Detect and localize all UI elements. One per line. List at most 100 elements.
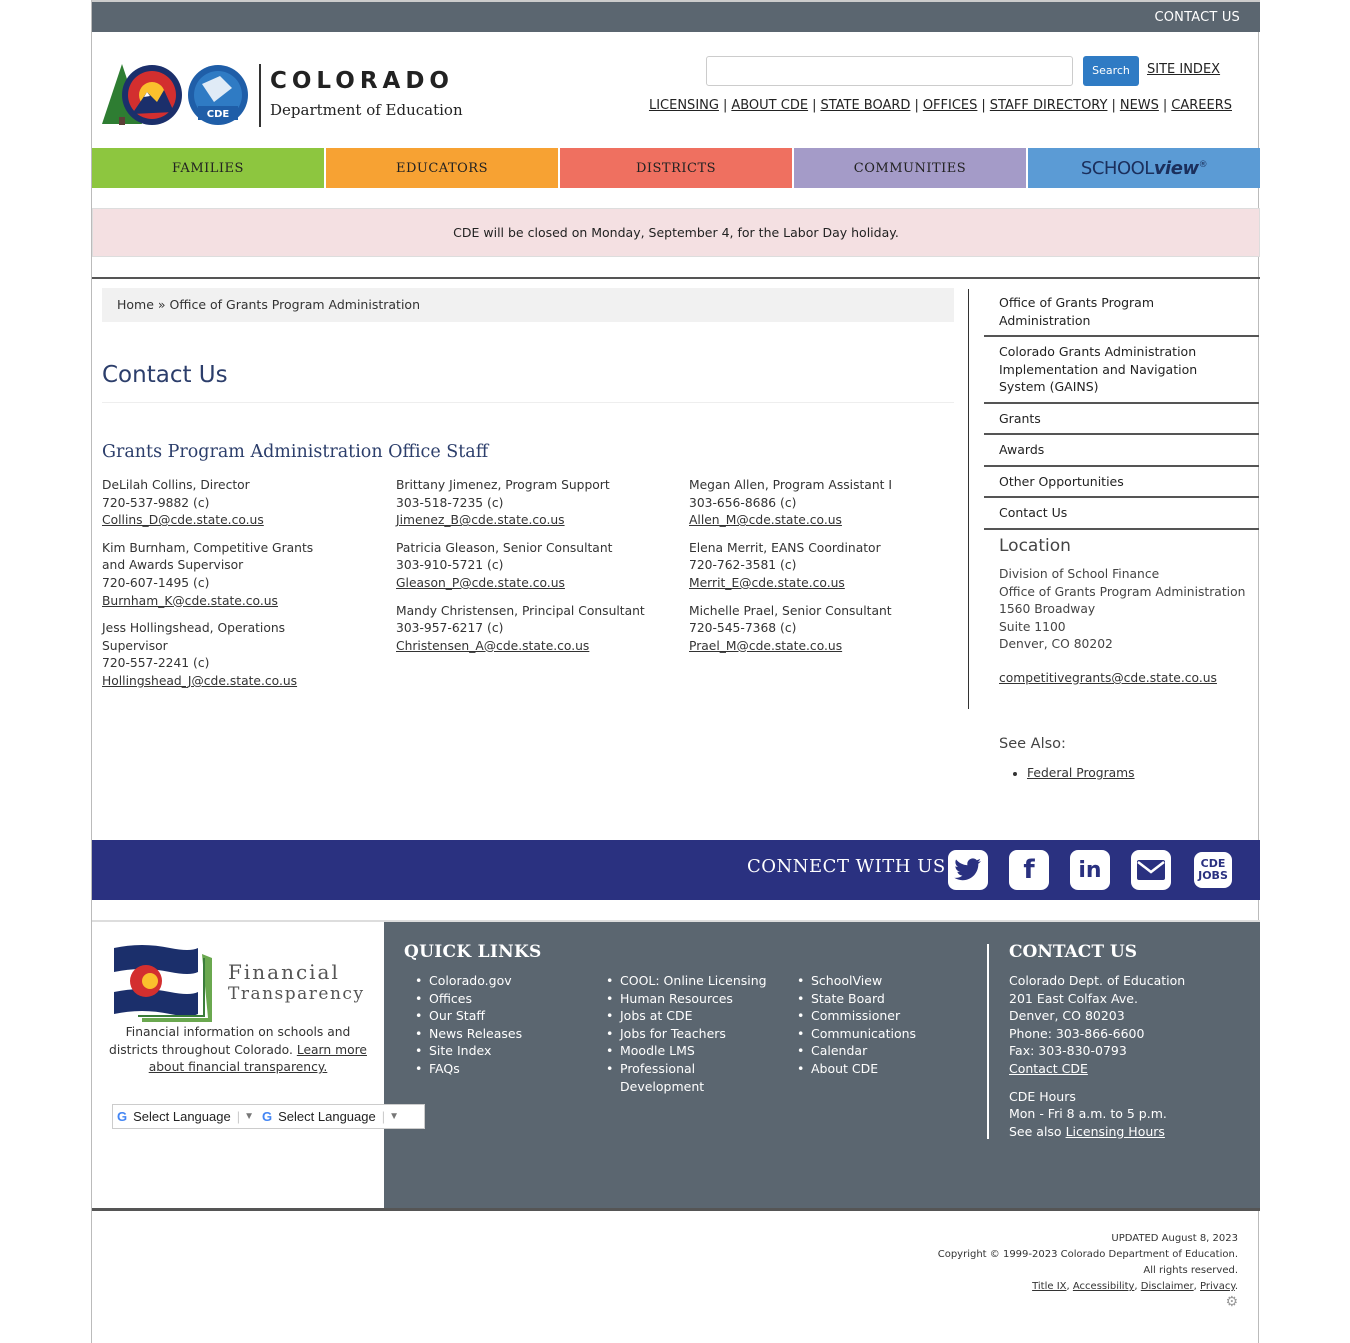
- staff-name: DeLilah Collins, Director: [102, 478, 250, 492]
- staff-entry: DeLilah Collins, Director 720-537-9882 (…: [102, 477, 352, 530]
- quick-links-column-3: SchoolView State Board Commissioner Comm…: [786, 972, 971, 1078]
- news-link[interactable]: NEWS: [1120, 98, 1159, 113]
- staff-email-link[interactable]: Merrit_E@cde.state.co.us: [689, 576, 845, 590]
- breadcrumb-home[interactable]: Home: [117, 297, 154, 312]
- quick-link[interactable]: Our Staff: [404, 1007, 589, 1025]
- quick-link[interactable]: Site Index: [404, 1042, 589, 1060]
- sidebar-item-office[interactable]: Office of Grants Program Administration: [984, 288, 1259, 337]
- staff-name: Patricia Gleason, Senior Consultant: [396, 540, 613, 555]
- nav-tab-communities[interactable]: COMMUNITIES: [794, 148, 1028, 188]
- sidebar-item-gains[interactable]: Colorado Grants Administration Implement…: [984, 337, 1259, 404]
- cde-logo[interactable]: CDE COLORADO Department of Education: [102, 62, 482, 130]
- title-ix-link[interactable]: Title IX: [1032, 1281, 1066, 1292]
- contact-line: Phone: 303-866-6600: [1009, 1025, 1145, 1041]
- accessibility-link[interactable]: Accessibility: [1073, 1281, 1135, 1292]
- quick-link[interactable]: Human Resources: [595, 990, 770, 1008]
- hours-text: Mon - Fri 8 a.m. to 5 p.m.: [1009, 1106, 1167, 1122]
- staff-email-link[interactable]: Burnham_K@cde.state.co.us: [102, 594, 278, 608]
- staff-email-link[interactable]: Allen_M@cde.state.co.us: [689, 513, 842, 527]
- staff-name: Michelle Prael, Senior Consultant: [689, 603, 892, 618]
- staff-directory-link[interactable]: STAFF DIRECTORY: [990, 98, 1108, 113]
- sidebar-divider: [968, 289, 969, 709]
- sidebar-item-awards[interactable]: Awards: [984, 435, 1259, 467]
- quick-link[interactable]: News Releases: [404, 1025, 589, 1043]
- contact-us-link[interactable]: CONTACT US: [1154, 10, 1240, 25]
- financial-title: Financial: [228, 960, 340, 984]
- quick-link[interactable]: About CDE: [786, 1060, 971, 1078]
- logo-divider: [259, 64, 261, 127]
- quick-link[interactable]: Moodle LMS: [595, 1042, 770, 1060]
- top-bar: CONTACT US: [92, 0, 1260, 32]
- quick-link[interactable]: Jobs at CDE: [595, 1007, 770, 1025]
- page: CONTACT US CDE COLORADO Department of Ed…: [91, 0, 1260, 1343]
- sidebar-item-grants[interactable]: Grants: [984, 404, 1259, 435]
- staff-email-link[interactable]: Prael_M@cde.state.co.us: [689, 639, 842, 653]
- staff-entry: Kim Burnham, Competitive Grants and Awar…: [102, 540, 317, 610]
- sidebar-item-other-opportunities[interactable]: Other Opportunities: [984, 467, 1259, 498]
- staff-entry: Megan Allen, Program Assistant I 303-656…: [689, 477, 979, 530]
- staff-email-link[interactable]: Jimenez_B@cde.state.co.us: [396, 513, 565, 527]
- search-button[interactable]: Search: [1083, 56, 1139, 86]
- staff-phone: 720-762-3581 (c): [689, 558, 797, 573]
- page-title: Contact Us: [102, 362, 228, 388]
- rights: All rights reserved.: [1143, 1265, 1238, 1276]
- breadcrumb-current: Office of Grants Program Administration: [169, 297, 420, 312]
- cde-jobs-icon[interactable]: CDE JOBS: [1194, 852, 1232, 888]
- sidebar-item-contact-us[interactable]: Contact Us: [984, 498, 1259, 530]
- privacy-link[interactable]: Privacy: [1200, 1281, 1235, 1292]
- site-index-link[interactable]: SITE INDEX: [1147, 62, 1220, 77]
- staff-name: Brittany Jimenez, Program Support: [396, 478, 610, 492]
- location-address: Division of School Finance Office of Gra…: [999, 566, 1245, 654]
- nav-tab-educators[interactable]: EDUCATORS: [326, 148, 560, 188]
- quick-link[interactable]: Professional Development: [595, 1060, 715, 1095]
- licensing-hours-line: See also Licensing Hours: [1009, 1123, 1185, 1141]
- location-email-link[interactable]: competitivegrants@cde.state.co.us: [999, 671, 1217, 685]
- linkedin-icon[interactable]: in: [1070, 850, 1110, 890]
- licensing-link[interactable]: LICENSING: [649, 98, 719, 113]
- quick-link[interactable]: Offices: [404, 990, 589, 1008]
- see-also-title: See Also:: [999, 736, 1066, 752]
- quick-link[interactable]: Communications: [786, 1025, 971, 1043]
- header-links: LICENSING | ABOUT CDE | STATE BOARD | OFFICES |…: [648, 98, 1232, 113]
- quick-link[interactable]: SchoolView: [786, 972, 971, 990]
- nav-tab-districts[interactable]: DISTRICTS: [560, 148, 794, 188]
- federal-programs-link[interactable]: Federal Programs: [1027, 766, 1135, 780]
- staff-email-link[interactable]: Hollingshead_J@cde.state.co.us: [102, 674, 297, 688]
- offices-link[interactable]: OFFICES: [923, 98, 978, 113]
- staff-entry: Patricia Gleason, Senior Consultant 303-…: [396, 540, 686, 593]
- state-board-link[interactable]: STATE BOARD: [820, 98, 910, 113]
- licensing-hours-link[interactable]: Licensing Hours: [1066, 1124, 1165, 1139]
- quick-link[interactable]: Commissioner: [786, 1007, 971, 1025]
- email-icon[interactable]: [1131, 850, 1171, 890]
- search-input[interactable]: [706, 56, 1073, 86]
- quick-link[interactable]: State Board: [786, 990, 971, 1008]
- staff-email-link[interactable]: Christensen_A@cde.state.co.us: [396, 639, 589, 653]
- quick-link[interactable]: COOL: Online Licensing: [595, 972, 770, 990]
- list-item: Federal Programs: [1027, 766, 1135, 780]
- contact-cde-link[interactable]: Contact CDE: [1009, 1061, 1088, 1076]
- nav-tab-families[interactable]: FAMILIES: [92, 148, 326, 188]
- quick-link[interactable]: Jobs for Teachers: [595, 1025, 770, 1043]
- disclaimer-link[interactable]: Disclaimer: [1141, 1281, 1194, 1292]
- nav-tab-schoolview[interactable]: SCHOOLview®: [1028, 148, 1260, 188]
- staff-email-link[interactable]: Gleason_P@cde.state.co.us: [396, 576, 565, 590]
- staff-entry: Jess Hollingshead, Operations Supervisor…: [102, 620, 352, 690]
- gears-icon[interactable]: ⚙: [1225, 1294, 1238, 1310]
- transparency-title: Transparency: [228, 984, 365, 1004]
- facebook-icon[interactable]: f: [1009, 850, 1049, 890]
- twitter-icon[interactable]: [948, 850, 988, 890]
- quick-link[interactable]: FAQs: [404, 1060, 589, 1078]
- about-cde-link[interactable]: ABOUT CDE: [731, 98, 808, 113]
- quick-link[interactable]: Calendar: [786, 1042, 971, 1060]
- logo-department: Department of Education: [270, 101, 463, 119]
- careers-link[interactable]: CAREERS: [1171, 98, 1232, 113]
- quick-link[interactable]: Colorado.gov: [404, 972, 589, 990]
- contact-line: Fax: 303-830-0793: [1009, 1043, 1127, 1059]
- contact-line: Colorado Dept. of Education: [1009, 973, 1186, 988]
- staff-phone: 303-656-8686 (c): [689, 495, 797, 510]
- financial-transparency-flag-icon[interactable]: [112, 944, 218, 1024]
- staff-email-link[interactable]: Collins_D@cde.state.co.us: [102, 513, 264, 527]
- colorado-cde-logo-icon: CDE: [102, 64, 248, 125]
- language-selector[interactable]: G Select Language | ▼ G Select Language | ▼: [112, 1104, 425, 1129]
- staff-column-3: Megan Allen, Program Assistant I 303-656…: [689, 477, 979, 665]
